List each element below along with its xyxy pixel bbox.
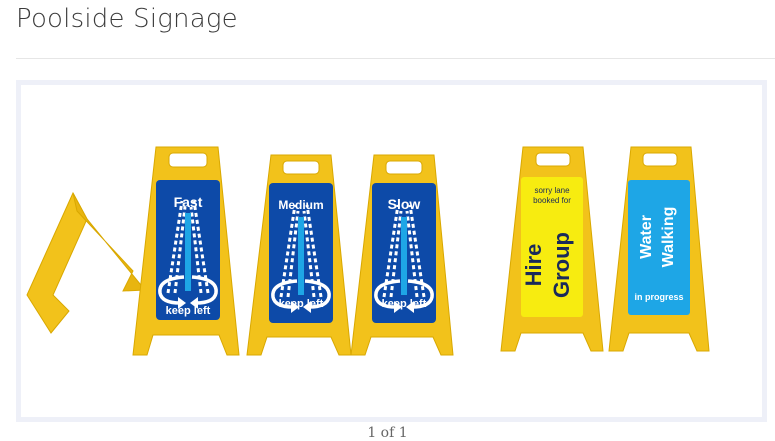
sign-rotated-text: Hire	[521, 244, 546, 287]
sign-footer: keep left	[279, 298, 324, 310]
sign-heading: Medium	[278, 198, 323, 212]
sign-top-text: sorry lane	[534, 186, 570, 195]
sign-rotated-text: Water	[638, 215, 655, 259]
sign-slow: Slow keep left	[350, 154, 454, 356]
sign-hire-group: sorry lane booked for Hire Group	[500, 146, 604, 352]
folded-sign	[26, 191, 147, 334]
sign-rotated-text: Group	[549, 232, 574, 298]
sign-water-walking: Water Walking in progress	[608, 146, 710, 352]
title-divider	[16, 58, 775, 59]
sign-fast: Fast keep left	[132, 146, 240, 356]
sign-heading: Slow	[388, 196, 421, 212]
gallery-image-frame: Fast keep left Medium keep left Slow kee…	[16, 80, 767, 422]
sign-rotated-text: Walking	[660, 207, 677, 268]
sign-footer: keep left	[166, 305, 211, 317]
sign-top-text: booked for	[533, 196, 571, 205]
gallery-pagination: 1 of 1	[367, 425, 408, 441]
sign-heading: Fast	[174, 194, 203, 210]
sign-medium: Medium keep left	[246, 154, 352, 356]
sign-footer: keep left	[382, 298, 427, 310]
signage-product-image[interactable]: Fast keep left Medium keep left Slow kee…	[21, 85, 762, 417]
page-title: Poolside Signage	[16, 4, 238, 34]
sign-bottom-text: in progress	[634, 292, 683, 302]
